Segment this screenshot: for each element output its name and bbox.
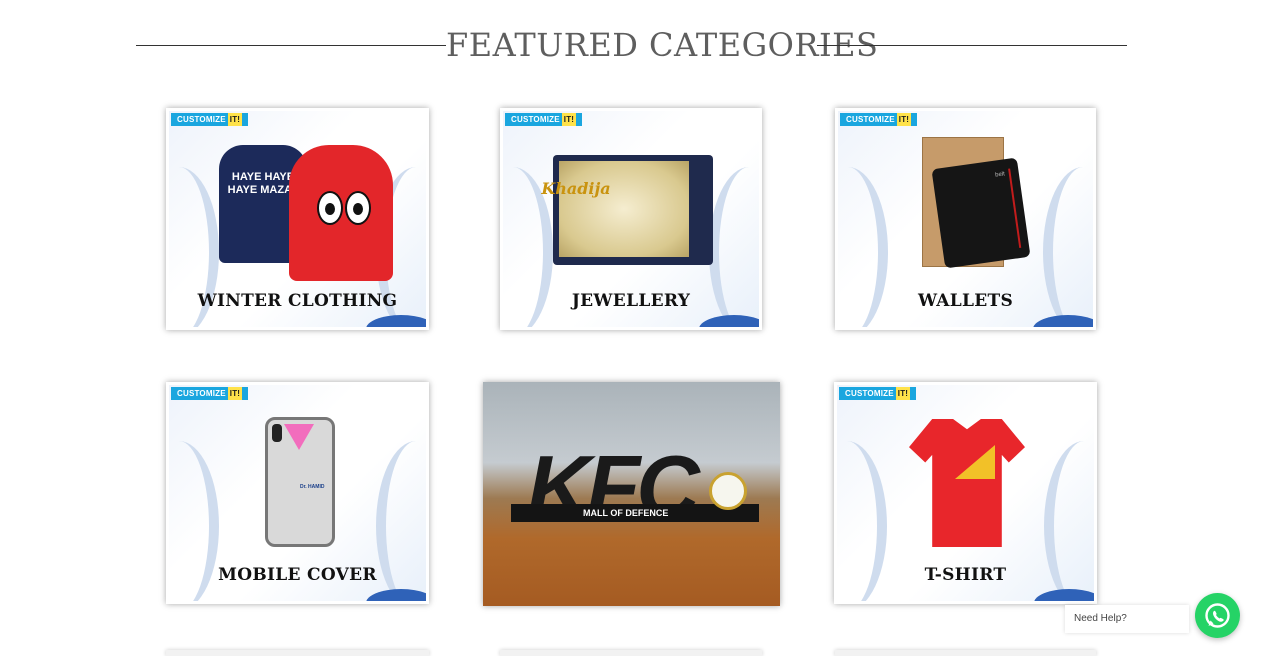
next-row-card [835, 650, 1096, 656]
jewellery-box-image [553, 155, 713, 265]
hoodie-image [289, 145, 393, 281]
category-label: T-SHIRT [924, 565, 1007, 585]
necklace-image: Khadija [541, 179, 611, 198]
category-label: MOBILE COVER [218, 565, 377, 585]
category-card-kfc-stand[interactable]: KFC MALL OF DEFENCE [483, 382, 780, 606]
customize-badge: CUSTOMIZE IT! [171, 387, 249, 400]
whatsapp-help-text[interactable]: Need Help? [1065, 605, 1189, 633]
category-label: WALLETS [917, 291, 1014, 311]
customize-badge: CUSTOMIZE IT! [171, 113, 249, 126]
phone-cover-image: Dr. HAMID [265, 417, 335, 547]
wallet-image: belt [931, 157, 1031, 269]
section-heading: FEATURED CATEGORIES [136, 22, 1127, 70]
kfc-letters-image: KFC [527, 437, 700, 536]
section-title: FEATURED CATEGORIES [446, 26, 879, 64]
whatsapp-icon [1205, 603, 1230, 628]
whatsapp-button[interactable] [1195, 593, 1240, 638]
heading-divider-left [136, 45, 446, 46]
category-label: WINTER CLOTHING [197, 291, 398, 311]
category-card-mobile-cover[interactable]: Dr. HAMID CUSTOMIZE IT! MOBILE COVER [166, 382, 429, 604]
next-row-card [500, 650, 762, 656]
tshirt-image [909, 419, 1025, 547]
customize-badge: CUSTOMIZE IT! [840, 113, 918, 126]
clock-icon [709, 472, 747, 510]
category-card-jewellery[interactable]: Khadija CUSTOMIZE IT! JEWELLERY [500, 108, 762, 330]
heading-divider-right [817, 45, 1127, 46]
category-card-t-shirt[interactable]: CUSTOMIZE IT! T-SHIRT [834, 382, 1097, 604]
customize-badge: CUSTOMIZE IT! [505, 113, 583, 126]
category-label: JEWELLERY [571, 291, 691, 311]
next-row-card [166, 650, 429, 656]
customize-badge: CUSTOMIZE IT! [839, 387, 917, 400]
category-card-winter-clothing[interactable]: HAYE HAYE HAYE MAZAY CUSTOMIZE IT! WINTER… [166, 108, 429, 330]
category-card-wallets[interactable]: belt CUSTOMIZE IT! WALLETS [835, 108, 1096, 330]
